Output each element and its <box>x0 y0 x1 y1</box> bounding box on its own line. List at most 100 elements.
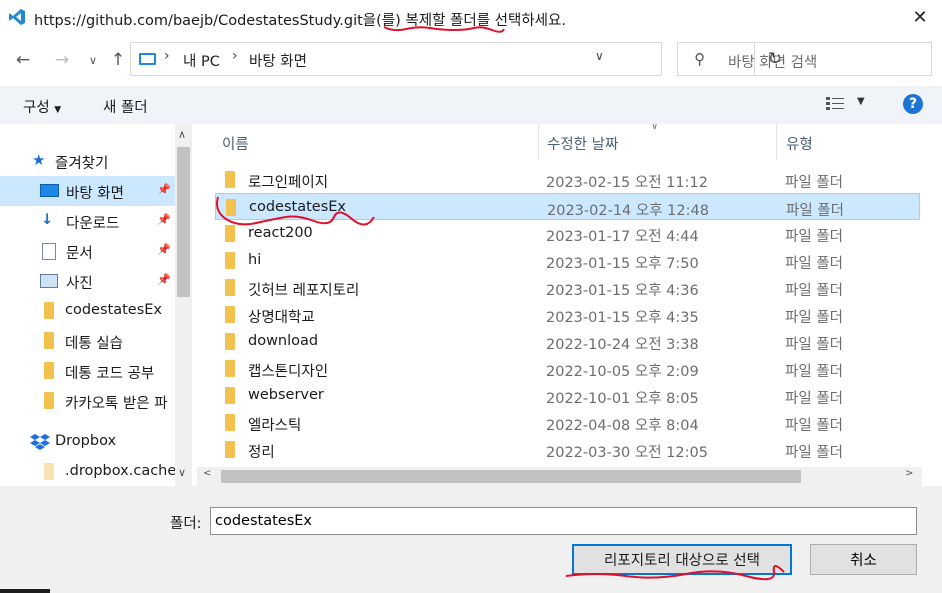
breadcrumb-this-pc[interactable]: 내 PC <box>183 50 220 71</box>
horizontal-scroll-thumb[interactable] <box>221 470 801 483</box>
select-repository-button[interactable]: 리포지토리 대상으로 선택 <box>572 544 792 575</box>
scroll-up-icon[interactable]: ∧ <box>178 128 186 141</box>
folder-icon <box>225 360 235 377</box>
close-icon: ✕ <box>912 7 927 28</box>
folder-icon <box>44 302 54 319</box>
folder-icon <box>225 333 235 350</box>
taskbar-edge <box>0 589 50 593</box>
arrow-up-icon: ↑ <box>111 50 125 70</box>
folder-icon <box>44 332 54 349</box>
breadcrumb-desktop[interactable]: 바탕 화면 <box>249 50 307 71</box>
search-icon: ⚲ <box>694 50 705 68</box>
forward-button[interactable]: → <box>49 47 75 73</box>
file-row[interactable]: 정리 2022-03-30 오전 12:05 파일 폴더 <box>215 436 920 463</box>
nav-item-dropbox[interactable]: Dropbox <box>0 427 175 457</box>
breadcrumb-separator-icon: › <box>232 48 238 64</box>
nav-item-folder[interactable]: 데통 코드 공부 <box>0 356 175 386</box>
nav-scroll-thumb[interactable] <box>177 147 190 297</box>
view-options-icon[interactable] <box>826 97 844 111</box>
nav-item-downloads[interactable]: ↓ 다운로드 📌 <box>0 206 175 236</box>
column-divider[interactable] <box>538 124 539 160</box>
command-bar: 구성 ▼ 새 폴더 ▼ ? <box>0 86 942 124</box>
title-bar: https://github.com/baejb/CodestatesStudy… <box>0 0 942 36</box>
pc-icon <box>139 53 156 65</box>
dropbox-icon <box>30 434 50 451</box>
desktop-icon <box>40 184 59 197</box>
nav-scrollbar[interactable]: ∧ ∨ <box>175 124 192 486</box>
file-row[interactable]: hi 2023-01-15 오후 7:50 파일 폴더 <box>215 247 920 274</box>
scroll-left-icon[interactable]: < <box>203 468 211 479</box>
arrow-right-icon: → <box>55 50 69 70</box>
search-input[interactable]: ⚲ 바탕 화면 검색 <box>677 42 932 76</box>
nav-item-folder[interactable]: 카카오톡 받은 파 <box>0 386 175 416</box>
folder-icon <box>44 392 54 409</box>
file-list: 이름 ∨ 수정한 날짜 유형 로그인페이지 2023-02-15 오전 11:1… <box>197 124 922 486</box>
file-row[interactable]: 엘라스틱 2022-04-08 오후 8:04 파일 폴더 <box>215 409 920 436</box>
organize-button[interactable]: 구성 ▼ <box>23 96 61 117</box>
scroll-down-icon[interactable]: ∨ <box>178 466 186 479</box>
pin-icon: 📌 <box>157 183 171 196</box>
list-horizontal-scrollbar[interactable]: < > <box>197 467 922 486</box>
folder-icon <box>225 225 235 242</box>
folder-label: 폴더: <box>170 512 202 533</box>
folder-icon <box>226 199 236 216</box>
caret-down-icon: ▼ <box>54 105 61 115</box>
arrow-left-icon: ← <box>16 50 30 70</box>
nav-item-pictures[interactable]: 사진 📌 <box>0 266 175 296</box>
vscode-icon <box>8 8 26 26</box>
navigation-pane: ★ 즐겨찾기 바탕 화면 📌 ↓ 다운로드 📌 문서 📌 사진 📌 codest… <box>0 124 192 486</box>
folder-name-input[interactable] <box>210 507 917 535</box>
file-row[interactable]: webserver 2022-10-01 오후 8:05 파일 폴더 <box>215 382 920 409</box>
folder-icon <box>225 279 235 296</box>
column-header-name[interactable]: 이름 <box>222 133 249 154</box>
file-row[interactable]: 깃허브 레포지토리 2023-01-15 오후 4:36 파일 폴더 <box>215 274 920 301</box>
star-icon: ★ <box>32 151 45 169</box>
new-folder-button[interactable]: 새 폴더 <box>103 96 148 117</box>
dialog-footer: 폴더: 리포지토리 대상으로 선택 취소 <box>0 486 942 593</box>
search-placeholder: 바탕 화면 검색 <box>728 51 817 72</box>
view-dropdown-icon[interactable]: ▼ <box>857 96 865 107</box>
nav-item-desktop[interactable]: 바탕 화면 📌 <box>0 176 175 206</box>
close-button[interactable]: ✕ <box>898 0 942 34</box>
title-highlight: 복제할 폴더를 선택 <box>405 13 521 29</box>
scroll-right-icon[interactable]: > <box>905 468 913 479</box>
chevron-down-icon: ∨ <box>89 54 97 67</box>
file-row[interactable]: 로그인페이지 2023-02-15 오전 11:12 파일 폴더 <box>215 166 920 193</box>
pin-icon: 📌 <box>157 243 171 256</box>
file-row[interactable]: react200 2023-01-17 오전 4:44 파일 폴더 <box>215 220 920 247</box>
folder-icon <box>225 171 235 188</box>
nav-item-dropbox-cache[interactable]: .dropbox.cache <box>0 457 175 486</box>
file-row[interactable]: 상명대학교 2023-01-15 오후 4:35 파일 폴더 <box>215 301 920 328</box>
pin-icon: 📌 <box>157 273 171 286</box>
folder-icon <box>225 252 235 269</box>
cancel-button[interactable]: 취소 <box>810 544 917 575</box>
pin-icon: 📌 <box>157 213 171 226</box>
address-bar[interactable]: › 내 PC › 바탕 화면 ∨ ↻ <box>130 42 662 76</box>
file-row-selected[interactable]: codestatesEx 2023-02-14 오후 12:48 파일 폴더 <box>215 193 920 220</box>
file-row[interactable]: 캡스톤디자인 2022-10-05 오후 2:09 파일 폴더 <box>215 355 920 382</box>
column-header-date[interactable]: 수정한 날짜 <box>547 133 618 154</box>
file-row[interactable]: download 2022-10-24 오전 3:38 파일 폴더 <box>215 328 920 355</box>
nav-item-documents[interactable]: 문서 📌 <box>0 236 175 266</box>
back-button[interactable]: ← <box>10 47 36 73</box>
nav-item-codestatesex[interactable]: codestatesEx <box>0 296 175 326</box>
breadcrumb-separator-icon: › <box>164 48 170 64</box>
nav-quick-access[interactable]: ★ 즐겨찾기 <box>0 146 175 176</box>
folder-icon <box>225 441 235 458</box>
list-vertical-scrollbar[interactable] <box>922 124 942 469</box>
column-header-type[interactable]: 유형 <box>786 133 813 154</box>
folder-icon <box>225 306 235 323</box>
recent-locations-button[interactable]: ∨ <box>80 47 106 73</box>
pictures-icon <box>40 274 58 288</box>
up-button[interactable]: ↑ <box>105 47 131 73</box>
column-divider[interactable] <box>776 124 777 160</box>
folder-icon <box>225 414 235 431</box>
address-dropdown-icon[interactable]: ∨ <box>595 49 604 63</box>
sort-chevron-icon: ∨ <box>651 124 658 132</box>
folder-icon <box>44 362 54 379</box>
help-icon[interactable]: ? <box>903 94 923 114</box>
nav-item-folder[interactable]: 데통 실습 <box>0 326 175 356</box>
dialog-title: https://github.com/baejb/CodestatesStudy… <box>34 9 566 30</box>
document-icon <box>42 243 56 260</box>
download-icon: ↓ <box>41 212 53 228</box>
